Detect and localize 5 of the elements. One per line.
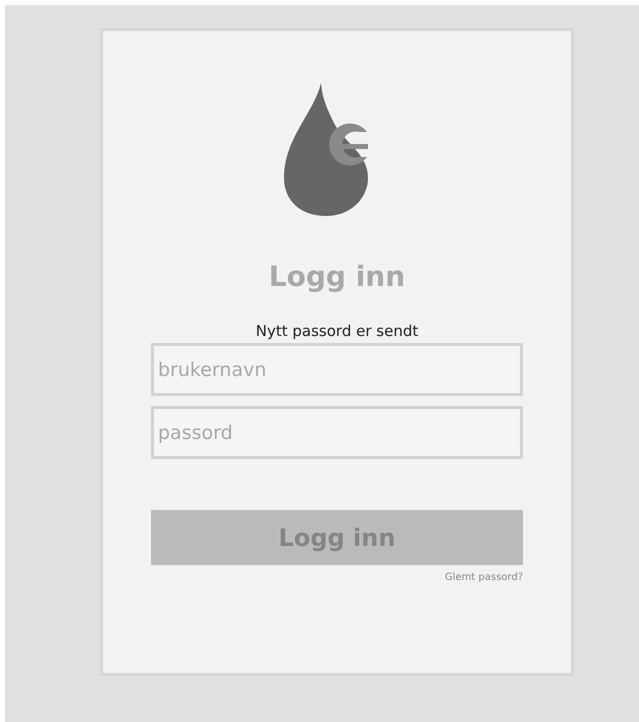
password-field[interactable]: passord xyxy=(151,406,523,459)
forgot-password-link[interactable]: Glemt passord? xyxy=(444,572,523,583)
page-title: Logg inn xyxy=(268,259,406,295)
username-field[interactable]: brukernavn xyxy=(151,343,523,396)
status-message: Nytt passord er sendt xyxy=(256,321,418,341)
